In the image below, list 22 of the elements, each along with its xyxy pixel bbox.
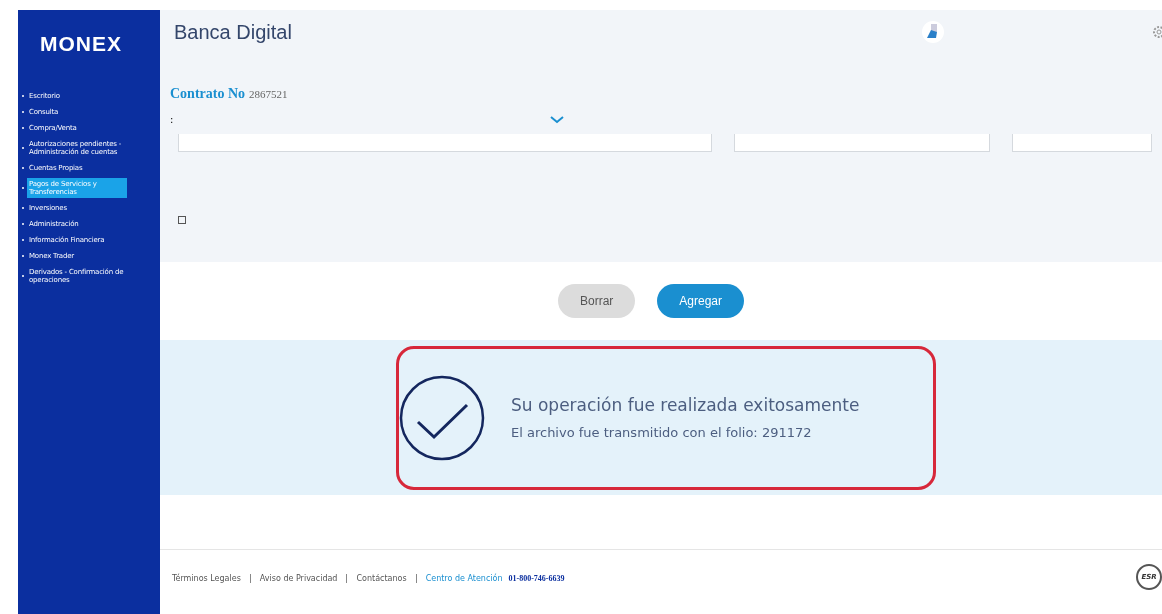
chevron-down-icon[interactable]	[550, 114, 564, 124]
footer-link[interactable]: Términos Legales	[172, 573, 241, 583]
page-title: Banca Digital	[174, 20, 293, 44]
user-icon[interactable]	[922, 21, 944, 43]
contract-number: 2867521	[249, 88, 288, 100]
field-label: :	[170, 113, 174, 125]
support-phone[interactable]: 01-800-746-6639	[508, 573, 565, 583]
input-field[interactable]	[178, 134, 712, 152]
footer-link[interactable]: Aviso de Privacidad	[259, 573, 338, 583]
input-field[interactable]	[1012, 134, 1152, 152]
checkbox[interactable]	[178, 216, 186, 224]
success-detail: El archivo fue transmitido con el folio: 291172	[511, 425, 813, 440]
contract-label: Contrato No	[170, 86, 246, 102]
checkmark-icon	[399, 374, 485, 461]
clear-button[interactable]: Borrar	[557, 284, 636, 318]
success-title: Su operación fue realizada exitosamente	[511, 395, 860, 415]
logo: MONEX	[40, 32, 122, 56]
settings-icon[interactable]	[1152, 25, 1162, 39]
footer-link[interactable]: Contáctanos	[356, 573, 407, 583]
input-field[interactable]	[734, 134, 990, 152]
add-button[interactable]: Agregar	[657, 284, 744, 318]
support-label: Centro de Atención	[425, 573, 503, 583]
